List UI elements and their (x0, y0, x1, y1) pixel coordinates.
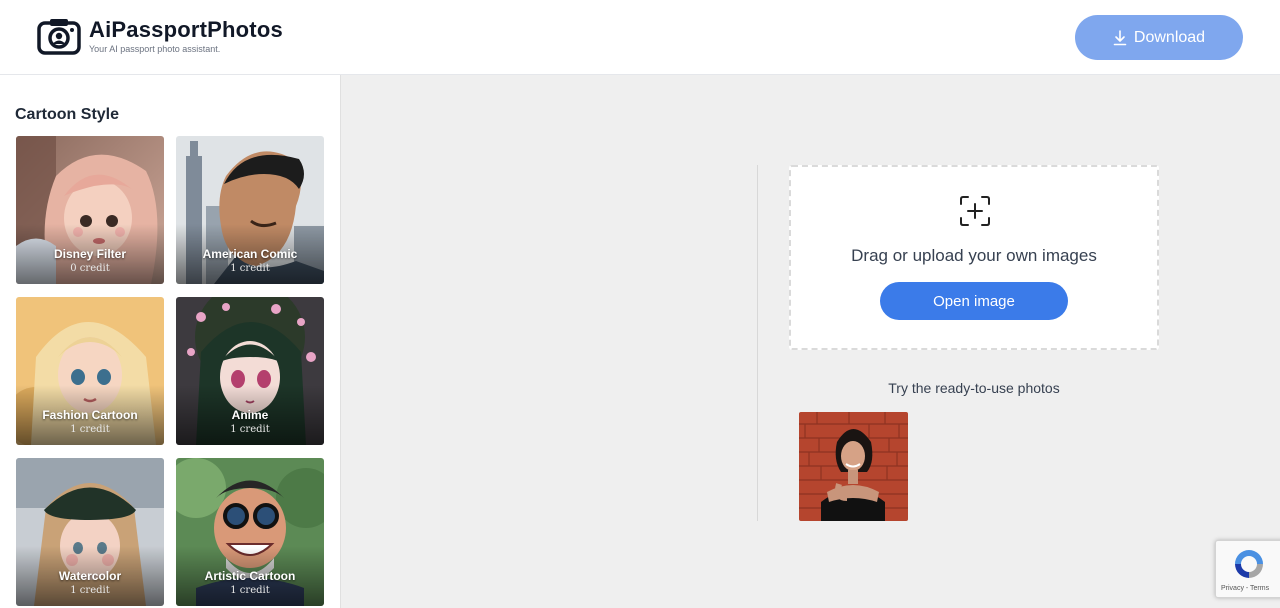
style-card-fashion-cartoon[interactable]: Fashion Cartoon 1 credit (16, 297, 164, 445)
logo-name: AiPassportPhotos (89, 16, 283, 42)
vertical-divider (757, 165, 758, 521)
recaptcha-badge[interactable]: Privacy - Terms (1215, 540, 1280, 598)
style-credit: 0 credit (70, 263, 110, 274)
style-name: Anime (231, 408, 269, 422)
style-credit: 1 credit (230, 424, 270, 435)
style-name: Artistic Cartoon (204, 569, 296, 583)
logo-tagline: Your AI passport photo assistant. (89, 43, 221, 54)
style-card-disney-filter[interactable]: Disney Filter 0 credit (16, 136, 164, 284)
download-icon (1113, 29, 1127, 45)
style-card-artistic-cartoon[interactable]: Artistic Cartoon 1 credit (176, 458, 324, 606)
style-credit: 1 credit (230, 585, 270, 596)
download-button[interactable]: Download (1075, 15, 1243, 60)
sample-photos-title: Try the ready-to-use photos (888, 380, 1060, 396)
open-image-button[interactable]: Open image (880, 282, 1068, 320)
download-label: Download (1133, 28, 1206, 46)
style-sidebar: Cartoon Style Disney Filter 0 credit Ame… (0, 75, 341, 608)
style-card-anime[interactable]: Anime 1 credit (176, 297, 324, 445)
upload-dropzone[interactable]: Drag or upload your own images Open imag… (789, 165, 1159, 350)
style-name: Disney Filter (53, 247, 127, 261)
style-name: Watercolor (58, 569, 122, 583)
style-credit: 1 credit (70, 424, 110, 435)
recaptcha-icon (1235, 550, 1263, 578)
image-add-icon (960, 196, 990, 226)
sample-photo[interactable] (799, 412, 908, 521)
sample-photo-image (799, 412, 908, 521)
style-card-watercolor[interactable]: Watercolor 1 credit (16, 458, 164, 606)
logo[interactable]: AiPassportPhotos Your AI passport photo … (36, 16, 283, 56)
style-name: Fashion Cartoon (42, 408, 138, 422)
style-card-american-comic[interactable]: American Comic 1 credit (176, 136, 324, 284)
style-credit: 1 credit (70, 585, 110, 596)
style-name: American Comic (202, 247, 298, 261)
top-header: AiPassportPhotos Your AI passport photo … (0, 0, 1280, 75)
sidebar-title: Cartoon Style (15, 106, 120, 123)
style-credit: 1 credit (230, 263, 270, 274)
recaptcha-links[interactable]: Privacy - Terms (1221, 585, 1269, 592)
camera-logo-icon (37, 19, 81, 55)
upload-prompt: Drag or upload your own images (851, 246, 1097, 265)
